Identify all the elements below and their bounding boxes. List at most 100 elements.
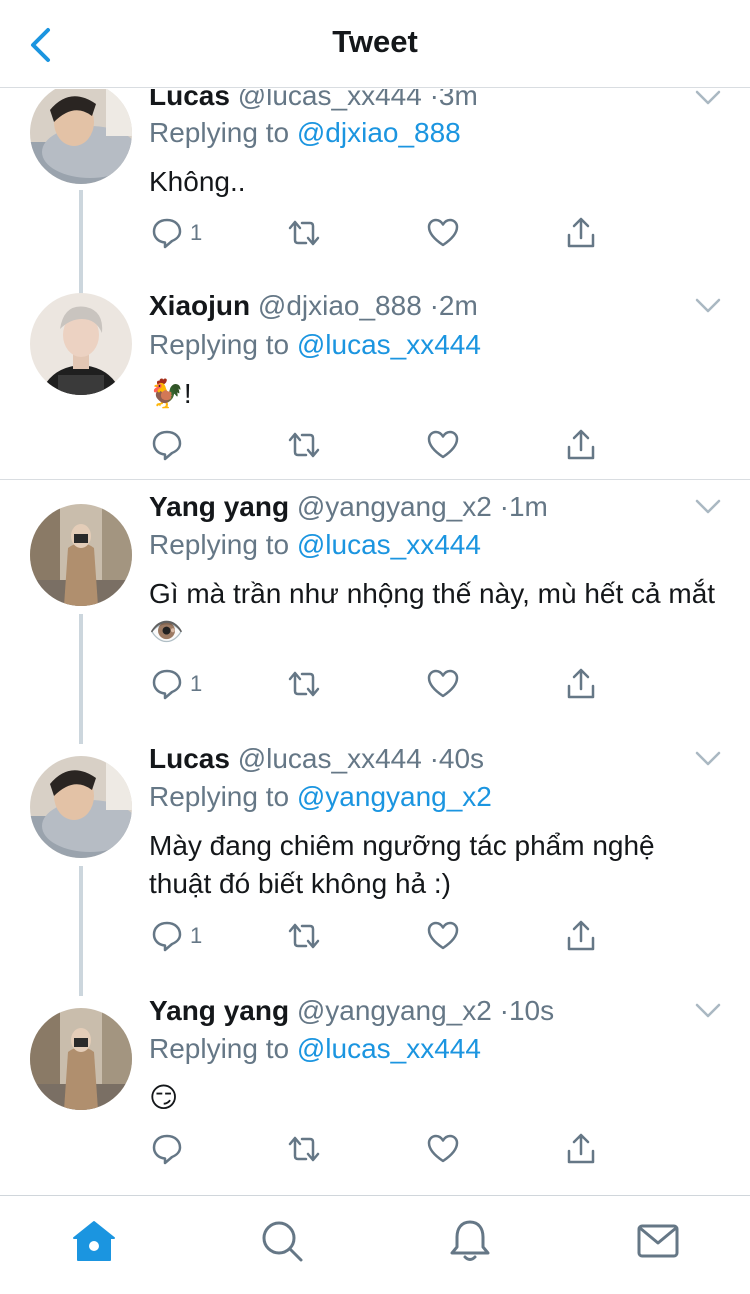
reply-button[interactable]	[150, 1131, 190, 1167]
author-handle[interactable]: @lucas_xx444	[238, 89, 422, 111]
replying-prefix: Replying to	[149, 329, 297, 360]
heart-icon	[427, 430, 459, 459]
replying-to: Replying to @lucas_xx444	[149, 528, 481, 562]
retweet-button[interactable]	[287, 215, 321, 251]
reply-button[interactable]: 1	[150, 666, 202, 702]
tweet-time: 1m	[508, 491, 548, 522]
share-button[interactable]	[564, 1131, 598, 1167]
tweet-menu-button[interactable]	[694, 498, 722, 516]
author-name[interactable]: Yang yang	[149, 491, 289, 522]
retweet-button[interactable]	[287, 666, 321, 702]
tweet-actions: 1	[150, 918, 610, 954]
comment-icon	[152, 669, 182, 700]
heart-icon	[427, 669, 459, 698]
tweet-text: Gì mà trần như nhộng thế này, mù hết cả …	[149, 578, 716, 647]
replying-prefix: Replying to	[149, 117, 297, 148]
author-handle[interactable]: @yangyang_x2	[297, 491, 492, 522]
retweet-button[interactable]	[287, 427, 321, 463]
author-name[interactable]: Lucas	[149, 743, 230, 774]
tweet-time: 10s	[508, 995, 555, 1026]
mention-link[interactable]: @lucas_xx444	[297, 1033, 481, 1064]
search-icon	[262, 1221, 303, 1262]
replying-prefix: Replying to	[149, 1033, 297, 1064]
tweet-header: Lucas @lucas_xx444 ·40s	[149, 742, 484, 776]
share-button[interactable]	[564, 666, 598, 702]
author-name[interactable]: Xiaojun	[149, 290, 250, 321]
replying-to: Replying to @yangyang_x2	[149, 780, 492, 814]
like-button[interactable]	[426, 666, 460, 702]
tweet-menu-button[interactable]	[694, 750, 722, 768]
author-handle[interactable]: @yangyang_x2	[297, 995, 492, 1026]
tweet-card[interactable]: Yang yang @yangyang_x2 ·1m Replying to @…	[0, 490, 750, 744]
separator-dot: ·	[429, 89, 439, 111]
mail-icon	[637, 1224, 679, 1258]
author-handle[interactable]: @lucas_xx444	[238, 743, 422, 774]
reply-button[interactable]	[150, 427, 190, 463]
avatar[interactable]	[30, 1008, 132, 1110]
like-button[interactable]	[426, 427, 460, 463]
tab-search[interactable]	[257, 1216, 307, 1266]
tweet-card[interactable]: Xiaojun @djxiao_888 ·2m Replying to @luc…	[0, 281, 750, 481]
avatar[interactable]	[30, 89, 132, 184]
chevron-down-icon	[695, 90, 721, 105]
tweet-time: 40s	[438, 743, 485, 774]
tab-messages[interactable]	[633, 1216, 683, 1266]
bell-icon	[450, 1220, 490, 1261]
comment-icon	[152, 218, 182, 249]
share-icon	[567, 920, 595, 951]
comment-icon	[152, 921, 182, 952]
tweet-header: Yang yang @yangyang_x2 ·10s	[149, 994, 554, 1028]
tweet-text: Không..	[149, 166, 246, 197]
tweet-card[interactable]: Yang yang @yangyang_x2 ·10s Replying to …	[0, 994, 750, 1195]
tweet-header: Yang yang @yangyang_x2 ·1m	[149, 490, 548, 524]
thread-line	[79, 614, 83, 744]
mention-link[interactable]: @lucas_xx444	[297, 529, 481, 560]
reply-count: 1	[190, 923, 203, 948]
author-name[interactable]: Lucas	[149, 89, 230, 111]
reply-count: 1	[190, 671, 203, 696]
tweet-actions	[150, 1131, 610, 1167]
replying-to: Replying to @lucas_xx444	[149, 1032, 481, 1066]
like-button[interactable]	[426, 1131, 460, 1167]
reply-button[interactable]: 1	[150, 918, 202, 954]
like-button[interactable]	[426, 215, 460, 251]
separator-dot: ·	[429, 743, 439, 774]
share-button[interactable]	[564, 427, 598, 463]
like-button[interactable]	[426, 918, 460, 954]
avatar[interactable]	[30, 756, 132, 858]
author-handle[interactable]: @djxiao_888	[258, 290, 422, 321]
author-name[interactable]: Yang yang	[149, 995, 289, 1026]
tweet-card[interactable]: Lucas @lucas_xx444 ·40s Replying to @yan…	[0, 742, 750, 996]
tweet-actions: 1	[150, 215, 610, 251]
tweet-card[interactable]: Lucas @lucas_xx444 ·3m Replying to @djxi…	[0, 89, 750, 300]
mention-link[interactable]: @yangyang_x2	[297, 781, 492, 812]
chevron-down-icon	[695, 298, 721, 313]
page-title: Tweet	[332, 24, 418, 59]
avatar[interactable]	[30, 293, 132, 395]
share-icon	[567, 217, 595, 248]
retweet-button[interactable]	[287, 918, 321, 954]
tweet-thread[interactable]: Lucas @lucas_xx444 ·3m Replying to @djxi…	[0, 89, 750, 1195]
tab-home[interactable]	[69, 1216, 119, 1266]
retweet-button[interactable]	[287, 1131, 321, 1167]
tab-bar	[0, 1195, 750, 1294]
mention-link[interactable]: @lucas_xx444	[297, 329, 481, 360]
tweet-actions	[150, 427, 610, 463]
tweet-menu-button[interactable]	[694, 1002, 722, 1020]
tweet-menu-button[interactable]	[694, 297, 722, 315]
tweet-header: Lucas @lucas_xx444 ·3m	[149, 89, 478, 113]
tweet-text: 🐓!	[149, 378, 192, 409]
share-button[interactable]	[564, 215, 598, 251]
mention-link[interactable]: @djxiao_888	[297, 117, 461, 148]
thread-line	[79, 866, 83, 996]
tab-notifications[interactable]	[445, 1216, 495, 1266]
reply-button[interactable]: 1	[150, 215, 202, 251]
share-icon	[567, 1133, 595, 1164]
home-icon	[73, 1221, 115, 1261]
replying-prefix: Replying to	[149, 529, 297, 560]
tweet-menu-button[interactable]	[694, 89, 722, 107]
tweet-time: 2m	[438, 290, 478, 321]
avatar[interactable]	[30, 504, 132, 606]
share-button[interactable]	[564, 918, 598, 954]
tweet-time: 3m	[438, 89, 478, 111]
